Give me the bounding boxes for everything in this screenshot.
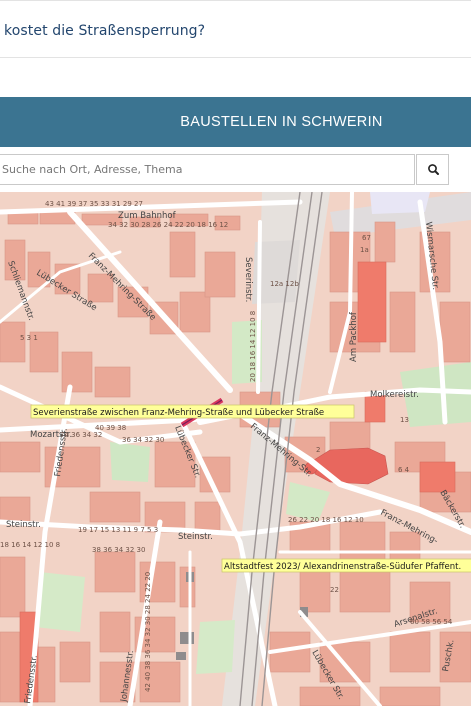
house-numbers: 34 32 30 28 26 24 22 20 18 16 12 (108, 221, 228, 229)
banner-title: BAUSTELLEN IN SCHWERIN (180, 114, 383, 130)
search-bar (0, 154, 471, 185)
house-numbers: 1a (360, 246, 369, 254)
house-numbers: 36 34 32 30 (122, 436, 164, 444)
house-numbers: 60 58 56 54 (410, 618, 453, 626)
house-numbers: 2 (316, 446, 320, 454)
article-question-link[interactable]: kostet die Straßensperrung? (4, 23, 205, 39)
street-label: Am Packhof (349, 311, 359, 362)
house-numbers: 12a 12b (270, 280, 299, 288)
house-numbers: 74 36 34 32 (60, 431, 102, 439)
house-numbers: 6 4 (398, 466, 410, 474)
house-numbers: 18 16 14 12 10 8 (0, 541, 60, 549)
search-icon (428, 164, 439, 175)
section-banner: BAUSTELLEN IN SCHWERIN (0, 97, 471, 147)
map-canvas[interactable]: Zum Bahnhof Severinstr. Franz-Mehring-St… (0, 192, 471, 706)
house-numbers: 26 22 20 18 16 12 10 (288, 516, 364, 524)
search-button[interactable] (416, 154, 449, 185)
street-label: Zum Bahnhof (118, 211, 177, 221)
house-numbers: 5 3 1 (20, 334, 38, 342)
house-numbers: 38 36 34 32 30 (92, 546, 145, 554)
house-numbers: 67 (362, 234, 371, 242)
house-numbers: 20 18 16 14 12 10 8 (249, 311, 257, 382)
construction-tooltip-1-text: Severienstraße zwischen Franz-Mehring-St… (33, 408, 324, 418)
street-label: Steinstr. (6, 520, 41, 530)
house-numbers: 19 17 15 13 11 9 7 5 3 (78, 526, 158, 534)
street-label: Molkereistr. (370, 390, 419, 400)
house-numbers: 13 (400, 416, 409, 424)
house-numbers: 22 (330, 586, 339, 594)
street-label: Steinstr. (178, 532, 213, 542)
article-question-row: kostet die Straßensperrung? (0, 0, 471, 58)
street-label: Severinstr. (243, 257, 253, 302)
map-view[interactable]: Zum Bahnhof Severinstr. Franz-Mehring-St… (0, 192, 471, 706)
search-input[interactable] (0, 154, 415, 185)
construction-tooltip-2-text: Altstadtfest 2023/ Alexandrinenstraße-Sü… (224, 562, 461, 572)
house-numbers: 42 40 38 36 34 32 30 28 24 22 20 (144, 572, 152, 692)
house-numbers: 43 41 39 37 35 33 31 29 27 (45, 200, 143, 208)
